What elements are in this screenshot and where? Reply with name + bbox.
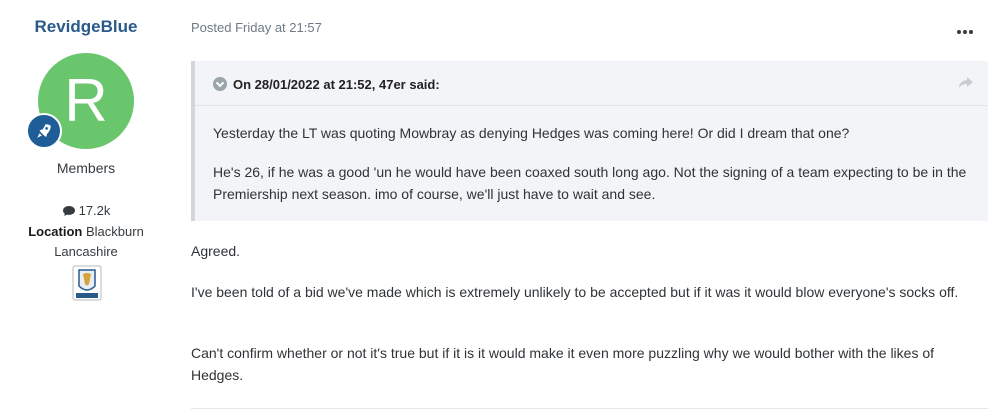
quote-paragraph: Yesterday the LT was quoting Mowbray as … xyxy=(213,125,850,141)
location-label: Location xyxy=(28,224,83,239)
club-crest-badge-icon xyxy=(67,262,107,304)
avatar-container[interactable]: R xyxy=(26,53,134,149)
rank-rocket-icon xyxy=(26,113,62,149)
author-name-link[interactable]: RevidgeBlue xyxy=(0,17,172,37)
divider xyxy=(191,408,988,409)
speech-bubble-icon xyxy=(62,206,75,216)
share-arrow-icon[interactable] xyxy=(958,76,974,95)
post-paragraph: Agreed. xyxy=(191,243,241,259)
quote-citation: On 28/01/2022 at 21:52, 47er said: xyxy=(233,77,440,92)
post-timestamp[interactable]: Posted Friday at 21:57 xyxy=(191,20,322,35)
post-paragraph: Can't confirm whether or not it's true b… xyxy=(191,345,935,383)
member-group: Members xyxy=(56,160,116,176)
author-panel: RevidgeBlue R Members 17.2k Location Bla… xyxy=(0,0,172,420)
quote-header[interactable]: On 28/01/2022 at 21:52, 47er said: xyxy=(213,77,440,92)
chevron-down-icon[interactable] xyxy=(213,77,227,91)
quote-block: On 28/01/2022 at 21:52, 47er said: Yeste… xyxy=(191,61,988,221)
ellipsis-icon[interactable] xyxy=(957,21,977,34)
quote-paragraph: He's 26, if he was a good 'un he would h… xyxy=(213,164,967,202)
divider xyxy=(195,105,988,106)
post-count-value: 17.2k xyxy=(78,203,111,218)
location-field: Location Blackburn Lancashire xyxy=(14,222,158,262)
post-count: 17.2k xyxy=(0,203,172,218)
post-paragraph: I've been told of a bid we've made which… xyxy=(191,284,959,300)
